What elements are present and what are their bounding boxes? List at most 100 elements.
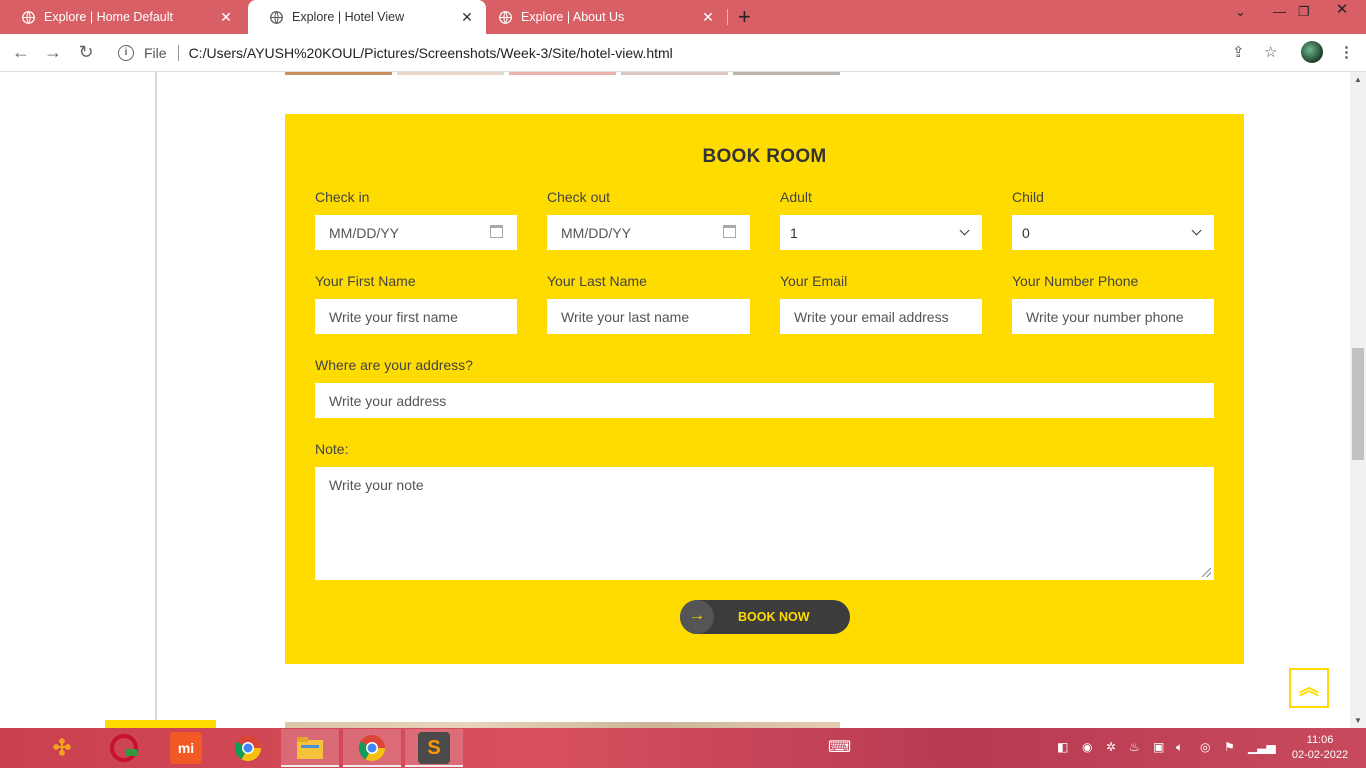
email-input[interactable]: Write your email address	[780, 299, 982, 334]
file-explorer-icon[interactable]	[294, 732, 326, 764]
checkin-placeholder: MM/DD/YY	[329, 224, 399, 241]
checkout-label: Check out	[547, 189, 611, 205]
omnibox-divider	[177, 45, 179, 61]
book-room-form: BOOK ROOM Check in MM/DD/YY Check out MM…	[285, 114, 1244, 664]
omnibox[interactable]: i File C:/Users/AYUSH%20KOUL/Pictures/Sc…	[108, 38, 1290, 68]
restore-icon[interactable]: ❐	[1298, 4, 1310, 20]
tray-search-icon[interactable]: ◉	[1082, 740, 1092, 754]
last-name-input[interactable]: Write your last name	[547, 299, 750, 334]
last-name-label: Your Last Name	[547, 273, 647, 289]
address-placeholder: Write your address	[329, 392, 447, 409]
page-scrollbar[interactable]: ▲ ▼	[1350, 72, 1366, 728]
scroll-to-top-button[interactable]: ︽	[1289, 668, 1329, 708]
email-placeholder: Write your email address	[794, 308, 949, 325]
back-arrow-icon[interactable]: ←	[10, 42, 32, 63]
tray-device-icon[interactable]: ▣	[1153, 740, 1164, 754]
scroll-up-arrow-icon[interactable]: ▲	[1354, 75, 1362, 84]
checkin-date-input[interactable]: MM/DD/YY	[315, 215, 517, 250]
scrollbar-thumb[interactable]	[1352, 348, 1364, 460]
signal-bars-icon[interactable]: ▁▃▅	[1248, 740, 1276, 754]
game-app-icon[interactable]: ✣	[46, 732, 78, 764]
phone-label: Your Number Phone	[1012, 273, 1139, 289]
resize-grip-icon[interactable]	[1202, 568, 1211, 577]
child-label: Child	[1012, 189, 1044, 205]
double-chevron-up-icon: ︽	[1299, 677, 1319, 699]
tab-title: Explore | Hotel View	[292, 10, 405, 24]
first-name-label: Your First Name	[315, 273, 416, 289]
url-text[interactable]: C:/Users/AYUSH%20KOUL/Pictures/Screensho…	[189, 45, 673, 61]
minimize-icon[interactable]: —	[1273, 4, 1286, 19]
menu-kebab-icon[interactable]: ⋮	[1339, 43, 1354, 61]
adult-value: 1	[790, 224, 798, 241]
browser-tab-bar: Explore | Home Default ✕ Explore | Hotel…	[0, 0, 1366, 34]
tray-circle-icon[interactable]: ◎	[1200, 740, 1210, 754]
arrow-right-icon: →	[680, 600, 714, 634]
chevron-down-icon	[1191, 225, 1202, 236]
child-select[interactable]: 0	[1012, 215, 1214, 250]
address-label: Where are your address?	[315, 357, 473, 373]
clock-time: 11:06	[1306, 734, 1334, 746]
left-divider-line	[155, 72, 157, 728]
chrome-icon[interactable]	[356, 732, 388, 764]
tab-home-default[interactable]: Explore | Home Default ✕	[0, 0, 245, 34]
note-placeholder: Write your note	[329, 477, 424, 493]
chrome-icon[interactable]	[232, 732, 264, 764]
profile-avatar[interactable]	[1301, 41, 1323, 63]
child-value: 0	[1022, 224, 1030, 241]
adult-select[interactable]: 1	[780, 215, 982, 250]
note-textarea[interactable]: Write your note	[315, 467, 1214, 580]
tray-app-icon[interactable]: ◧	[1057, 740, 1068, 754]
calendar-icon[interactable]	[490, 225, 503, 238]
mi-app-icon[interactable]: mi	[170, 732, 202, 764]
checkout-date-input[interactable]: MM/DD/YY	[547, 215, 750, 250]
scroll-down-arrow-icon[interactable]: ▼	[1354, 716, 1362, 725]
volume-icon[interactable]: 🔈︎	[1176, 740, 1183, 755]
windows-taskbar: ✣ mi S ⌨ ◧ ◉ ✲ ♨ ▣ 🔈︎ ◎ ⚑ ▁▃▅ 11:06 02-0…	[0, 728, 1366, 768]
tab-title: Explore | Home Default	[44, 10, 173, 24]
bookmark-star-icon[interactable]: ☆	[1264, 43, 1277, 61]
close-icon[interactable]: ✕	[219, 10, 233, 24]
tab-hotel-view[interactable]: Explore | Hotel View ✕	[248, 0, 486, 34]
yellow-accent-block	[105, 720, 216, 728]
form-title: BOOK ROOM	[702, 146, 827, 167]
sublime-text-icon[interactable]: S	[418, 732, 450, 764]
reload-icon[interactable]: ↻	[75, 42, 97, 63]
book-now-button[interactable]: → BOOK NOW	[680, 600, 850, 634]
share-icon[interactable]: ⇪	[1232, 43, 1245, 61]
first-name-input[interactable]: Write your first name	[315, 299, 517, 334]
checkout-placeholder: MM/DD/YY	[561, 224, 631, 241]
phone-input[interactable]: Write your number phone	[1012, 299, 1214, 334]
keyboard-icon[interactable]: ⌨	[828, 737, 851, 757]
forward-arrow-icon[interactable]: →	[42, 42, 64, 63]
email-label: Your Email	[780, 273, 848, 289]
gallery-thumb[interactable]	[397, 72, 504, 75]
gallery-thumbnails	[285, 72, 845, 75]
globe-icon	[22, 10, 35, 24]
calendar-icon[interactable]	[723, 225, 736, 238]
close-icon[interactable]: ✕	[460, 10, 474, 24]
network-flag-icon[interactable]: ⚑	[1224, 740, 1235, 754]
tray-cloud-icon[interactable]: ♨	[1129, 740, 1140, 754]
tab-search-chevron-icon[interactable]: ⌄	[1235, 4, 1246, 20]
info-icon[interactable]: i	[118, 45, 134, 61]
note-label: Note:	[315, 441, 349, 457]
scheme-label: File	[144, 45, 167, 61]
antivirus-app-icon[interactable]	[108, 732, 140, 764]
gallery-thumb[interactable]	[285, 72, 392, 75]
address-bar: ← → ↻ i File C:/Users/AYUSH%20KOUL/Pictu…	[0, 34, 1366, 72]
gallery-thumb[interactable]	[733, 72, 840, 75]
checkin-label: Check in	[315, 189, 370, 205]
gallery-thumb[interactable]	[621, 72, 728, 75]
book-now-label: BOOK NOW	[738, 610, 810, 624]
tray-color-icon[interactable]: ✲	[1106, 740, 1116, 754]
new-tab-plus-icon[interactable]: +	[738, 6, 751, 28]
gallery-thumb[interactable]	[509, 72, 616, 75]
address-input[interactable]: Write your address	[315, 383, 1214, 418]
taskbar-clock[interactable]: 11:06 02-02-2022	[1290, 733, 1350, 763]
tab-about-us[interactable]: Explore | About Us ✕	[477, 0, 727, 34]
chevron-down-icon	[959, 225, 970, 236]
clock-date: 02-02-2022	[1291, 749, 1349, 761]
close-icon[interactable]: ✕	[701, 10, 715, 24]
adult-label: Adult	[780, 189, 812, 205]
window-close-icon[interactable]: ✕	[1318, 0, 1366, 22]
